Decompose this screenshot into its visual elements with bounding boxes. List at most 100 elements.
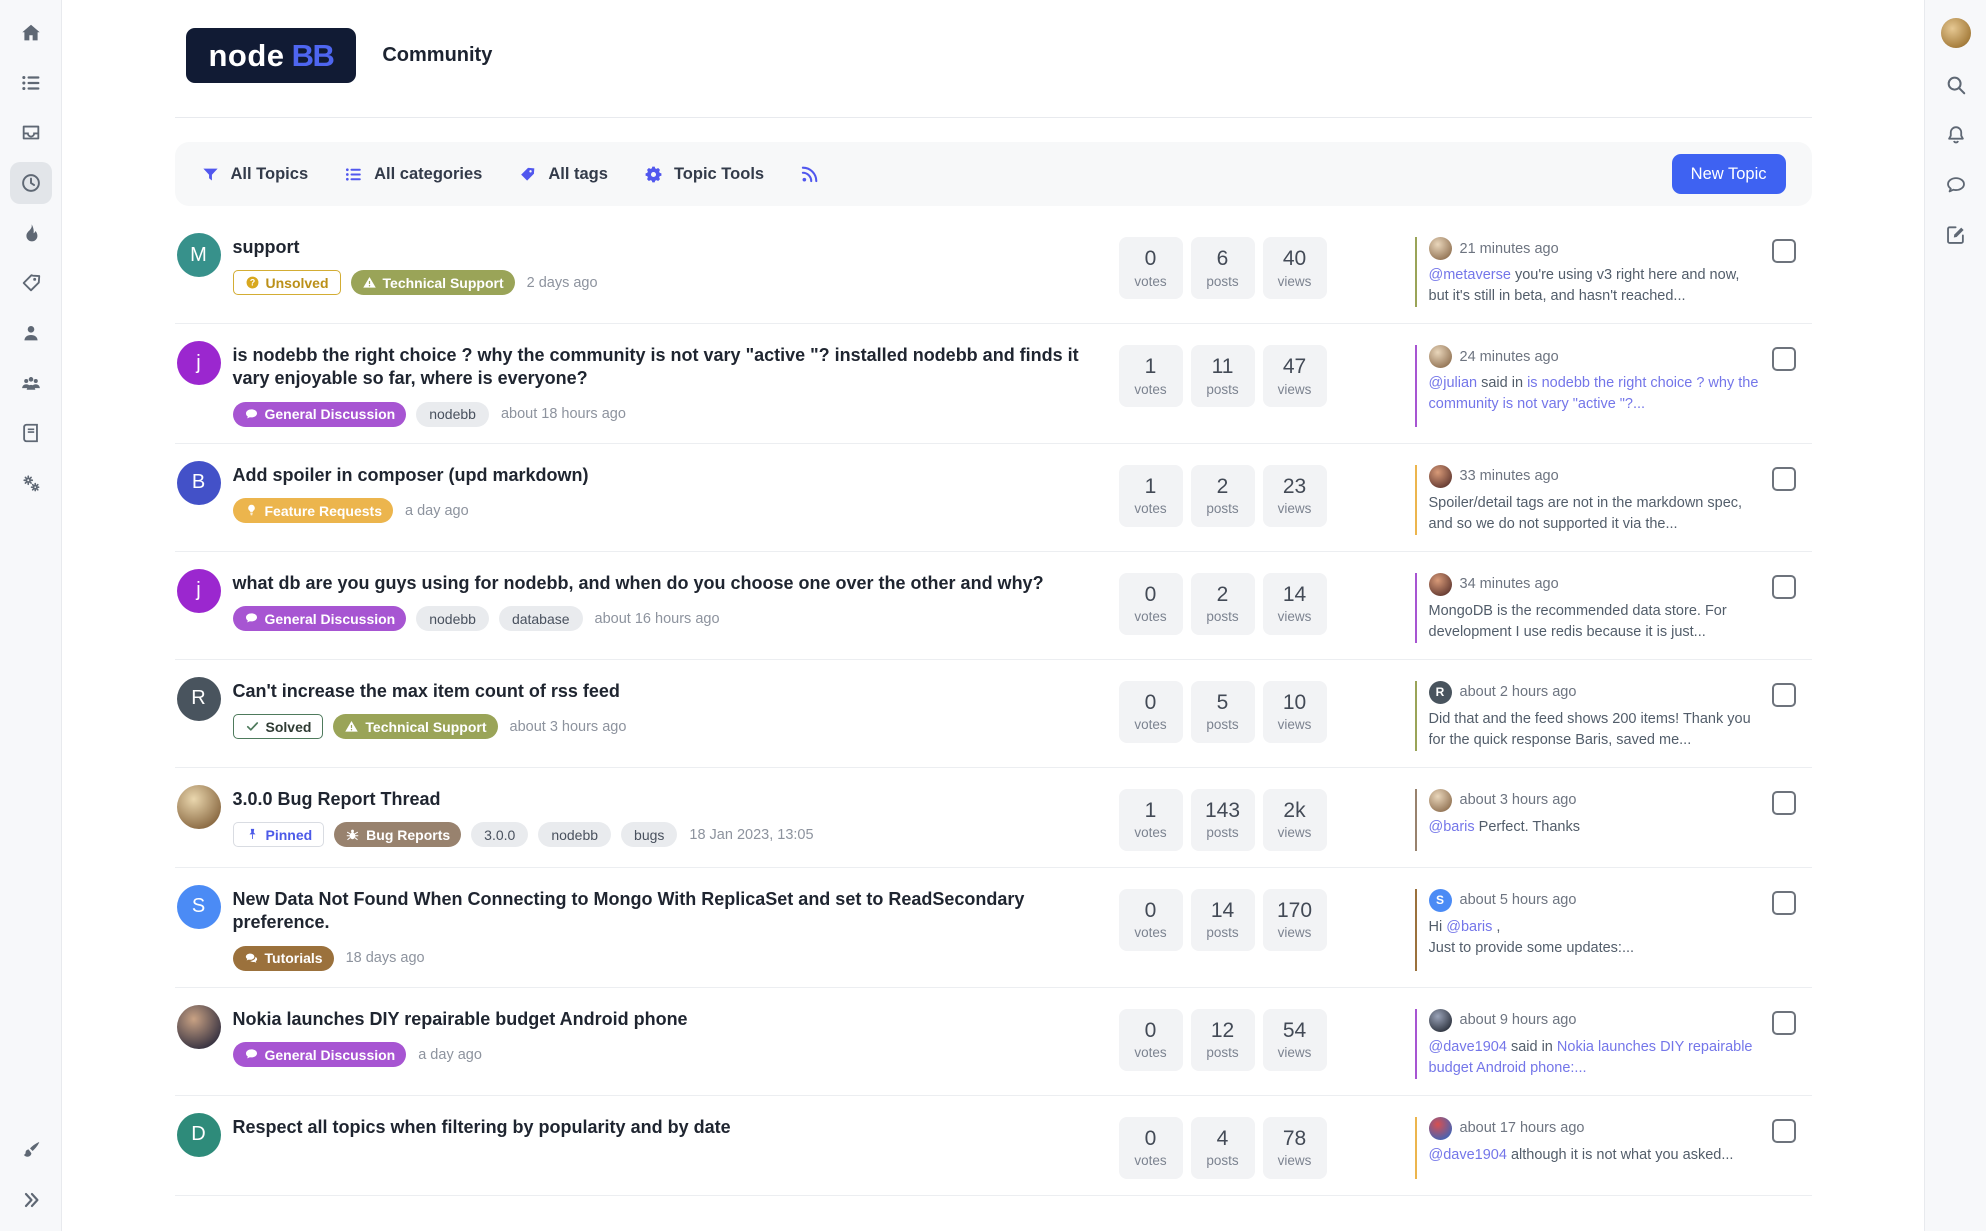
topic-author-avatar[interactable]: R <box>177 677 221 721</box>
teaser-text[interactable]: Hi @baris , Just to provide some updates… <box>1429 917 1759 959</box>
teaser-text[interactable]: @dave1904 said in Nokia launches DIY rep… <box>1429 1037 1759 1079</box>
sidebar-item-home[interactable] <box>10 12 52 54</box>
user-avatar[interactable] <box>1941 18 1971 48</box>
topic-author-avatar[interactable]: j <box>177 341 221 385</box>
topic-select-checkbox[interactable] <box>1772 683 1796 707</box>
topic-row: Nokia launches DIY repairable budget And… <box>175 988 1812 1096</box>
teaser-text[interactable]: @metaverse you're using v3 right here an… <box>1429 265 1759 307</box>
status-badge[interactable]: ?Unsolved <box>233 270 341 295</box>
sidebar-item-theme[interactable] <box>10 1129 52 1171</box>
toolbar-all-topics[interactable]: All Topics <box>201 165 309 184</box>
category-badge[interactable]: Feature Requests <box>233 498 393 523</box>
teaser-link[interactable]: @dave1904 <box>1429 1039 1507 1055</box>
sidebar-item-recent[interactable] <box>10 162 52 204</box>
topic-tag[interactable]: nodebb <box>538 822 611 847</box>
teaser-timestamp: 33 minutes ago <box>1460 468 1559 484</box>
teaser-author-avatar[interactable] <box>1429 465 1452 488</box>
teaser-author-avatar[interactable] <box>1429 237 1452 260</box>
teaser-text[interactable]: MongoDB is the recommended data store. F… <box>1429 601 1759 643</box>
stat-label: posts <box>1206 1045 1238 1060</box>
topic-timestamp: about 3 hours ago <box>510 719 627 735</box>
topic-title[interactable]: New Data Not Found When Connecting to Mo… <box>233 888 1095 935</box>
topic-select-checkbox[interactable] <box>1772 239 1796 263</box>
teaser-text[interactable]: @julian said in is nodebb the right choi… <box>1429 373 1759 415</box>
toolbar-topic-tools[interactable]: Topic Tools <box>644 165 764 184</box>
topic-tag[interactable]: database <box>499 606 583 631</box>
teaser-link[interactable]: @julian <box>1429 375 1478 391</box>
badge-label: Bug Reports <box>366 827 450 843</box>
topic-select-checkbox[interactable] <box>1772 1011 1796 1035</box>
sidebar-item-docs[interactable] <box>10 412 52 454</box>
category-badge[interactable]: Tutorials <box>233 946 334 971</box>
teaser-head: about 3 hours ago <box>1429 789 1759 812</box>
topic-select-checkbox[interactable] <box>1772 891 1796 915</box>
sidebar-item-categories[interactable] <box>10 62 52 104</box>
topic-select-checkbox[interactable] <box>1772 467 1796 491</box>
category-badge[interactable]: General Discussion <box>233 606 407 631</box>
new-topic-button[interactable]: New Topic <box>1672 154 1786 194</box>
sidebar-item-notifications[interactable] <box>1935 114 1977 156</box>
toolbar-all-categories[interactable]: All categories <box>344 165 482 184</box>
teaser-author-avatar[interactable] <box>1429 1009 1452 1032</box>
category-badge[interactable]: General Discussion <box>233 402 407 427</box>
teaser-link[interactable]: @metaverse <box>1429 267 1511 283</box>
topic-tag[interactable]: nodebb <box>416 402 489 427</box>
teaser-link[interactable]: @baris <box>1429 819 1475 835</box>
topic-select-checkbox[interactable] <box>1772 1119 1796 1143</box>
topic-title[interactable]: support <box>233 236 1095 259</box>
sidebar-item-chats[interactable] <box>1935 164 1977 206</box>
teaser-link[interactable]: @baris <box>1446 919 1492 935</box>
status-badge[interactable]: Solved <box>233 714 324 739</box>
sidebar-item-users[interactable] <box>10 312 52 354</box>
topic-author-avatar[interactable]: S <box>177 885 221 929</box>
category-badge[interactable]: General Discussion <box>233 1042 407 1067</box>
teaser-author-avatar[interactable] <box>1429 345 1452 368</box>
topic-title[interactable]: is nodebb the right choice ? why the com… <box>233 344 1095 391</box>
topic-title[interactable]: Add spoiler in composer (upd markdown) <box>233 464 1095 487</box>
topic-title[interactable]: what db are you guys using for nodebb, a… <box>233 572 1095 595</box>
topic-tag[interactable]: bugs <box>621 822 677 847</box>
topic-author-avatar[interactable]: D <box>177 1113 221 1157</box>
status-badge[interactable]: Pinned <box>233 822 325 847</box>
toolbar-all-tags[interactable]: All tags <box>518 165 608 184</box>
left-sidebar-bottom <box>10 1125 52 1225</box>
teaser-text[interactable]: @dave1904 although it is not what you as… <box>1429 1145 1759 1166</box>
nodebb-logo[interactable]: nodeBB <box>186 28 357 83</box>
topic-author-avatar[interactable]: M <box>177 233 221 277</box>
category-badge[interactable]: Technical Support <box>351 270 515 295</box>
topic-tag[interactable]: 3.0.0 <box>471 822 528 847</box>
sidebar-item-groups[interactable] <box>10 362 52 404</box>
teaser-author-avatar[interactable] <box>1429 789 1452 812</box>
topic-teaser: 33 minutes ago Spoiler/detail tags are no… <box>1415 465 1759 535</box>
teaser-author-avatar[interactable]: R <box>1429 681 1452 704</box>
sidebar-item-expand[interactable] <box>10 1179 52 1221</box>
topic-select-checkbox[interactable] <box>1772 791 1796 815</box>
topic-title[interactable]: Respect all topics when filtering by pop… <box>233 1116 1095 1139</box>
sidebar-item-tags[interactable] <box>10 262 52 304</box>
teaser-text[interactable]: @baris Perfect. Thanks <box>1429 817 1759 838</box>
teaser-text[interactable]: Did that and the feed shows 200 items! T… <box>1429 709 1759 751</box>
teaser-author-avatar[interactable]: S <box>1429 889 1452 912</box>
sidebar-item-search[interactable] <box>1935 64 1977 106</box>
rss-feed-button[interactable] <box>800 165 819 184</box>
sidebar-item-compose[interactable] <box>1935 214 1977 256</box>
topic-author-avatar[interactable] <box>177 1005 221 1049</box>
sidebar-item-admin[interactable] <box>10 462 52 504</box>
topic-author-avatar[interactable] <box>177 785 221 829</box>
topic-author-avatar[interactable]: B <box>177 461 221 505</box>
topic-select-checkbox[interactable] <box>1772 575 1796 599</box>
topic-title[interactable]: Nokia launches DIY repairable budget And… <box>233 1008 1095 1031</box>
teaser-link[interactable]: @dave1904 <box>1429 1147 1507 1163</box>
sidebar-item-unread[interactable] <box>10 112 52 154</box>
category-badge[interactable]: Bug Reports <box>334 822 461 847</box>
sidebar-item-popular[interactable] <box>10 212 52 254</box>
topic-author-avatar[interactable]: j <box>177 569 221 613</box>
topic-tag[interactable]: nodebb <box>416 606 489 631</box>
teaser-author-avatar[interactable] <box>1429 1117 1452 1140</box>
topic-title[interactable]: Can't increase the max item count of rss… <box>233 680 1095 703</box>
topic-select-checkbox[interactable] <box>1772 347 1796 371</box>
topic-title[interactable]: 3.0.0 Bug Report Thread <box>233 788 1095 811</box>
category-badge[interactable]: Technical Support <box>333 714 497 739</box>
teaser-text[interactable]: Spoiler/detail tags are not in the markd… <box>1429 493 1759 535</box>
teaser-author-avatar[interactable] <box>1429 573 1452 596</box>
